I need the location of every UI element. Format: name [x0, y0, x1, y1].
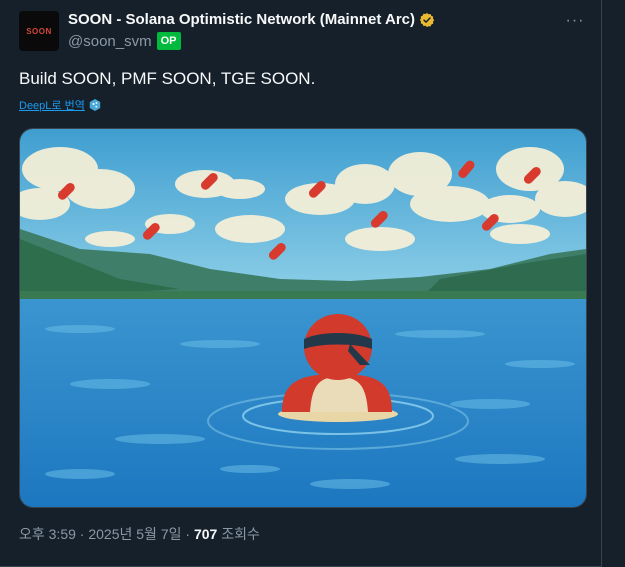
- translate-link[interactable]: DeepL로 번역: [19, 97, 85, 113]
- avatar-logo-text: SOON: [26, 26, 52, 36]
- author-handle-row: @soon_svm OP: [68, 32, 181, 50]
- author-handle[interactable]: @soon_svm: [68, 33, 152, 50]
- author-display-name[interactable]: SOON - Solana Optimistic Network (Mainne…: [68, 11, 415, 28]
- tweet-image[interactable]: [19, 128, 587, 508]
- verified-badge-icon[interactable]: [419, 12, 435, 28]
- tweet-text: Build SOON, PMF SOON, TGE SOON.: [19, 69, 316, 88]
- tweet-date[interactable]: 2025년 5월 7일: [88, 526, 181, 542]
- more-horizontal-icon[interactable]: ···: [565, 12, 585, 29]
- view-count: 707: [193, 526, 218, 542]
- tweet-time[interactable]: 오후 3:59: [19, 526, 76, 542]
- column-divider: [601, 0, 602, 567]
- tweet-meta: 오후 3:59 · 2025년 5월 7일 · 707 조회수: [19, 524, 260, 544]
- author-name-row: SOON - Solana Optimistic Network (Mainne…: [68, 11, 435, 28]
- avatar[interactable]: SOON: [19, 11, 59, 51]
- illustration-swimmer-in-lake: [20, 129, 586, 507]
- deepl-icon: [89, 99, 101, 111]
- meta-separator: ·: [185, 526, 194, 542]
- op-badge: OP: [156, 32, 181, 50]
- translate-row: DeepL로 번역: [19, 97, 101, 113]
- view-count-label: 조회수: [221, 526, 260, 542]
